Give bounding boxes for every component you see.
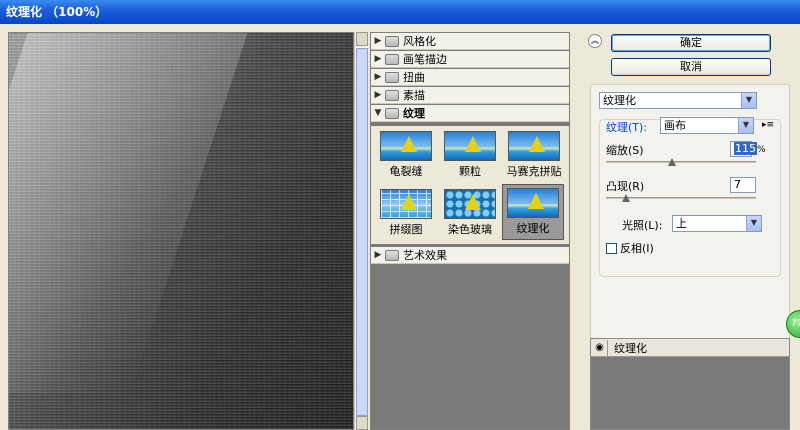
filter-texturizer[interactable]: 纹理化 [502,184,564,240]
filter-label: 马赛克拼贴 [506,165,562,178]
filter-select[interactable]: 纹理化 ▼ [599,92,757,109]
window-title-bar: 纹理化 （100%） [0,0,800,24]
collapse-arrow-icon: ▼ [374,108,382,118]
filter-mosaic-tiles[interactable]: 马赛克拼贴 [503,128,565,184]
expand-arrow-icon: ▶ [374,90,382,100]
category-distort[interactable]: ▶ 扭曲 [371,69,569,86]
texture-filter-thumbnails: 龟裂缝 颗粒 马赛克拼贴 拼缀图 染色玻璃 纹理化 [371,126,569,244]
controls-column: ︽ 确定 取消 纹理化 ▼ 纹理(T): 画布 ▼ ▸≡ 缩放(S) 115 % [578,32,800,430]
filter-thumbnail-image [444,131,496,161]
filter-label: 颗粒 [459,165,481,178]
scroll-down-button[interactable] [356,416,368,430]
scale-value: 115 [734,142,757,155]
light-select[interactable]: 上 ▼ [672,215,762,232]
category-texture[interactable]: ▼ 纹理 [371,105,569,122]
category-label: 风格化 [403,35,436,48]
relief-input[interactable]: 7 [730,177,756,193]
filter-gallery-panel: ▶ 风格化 ▶ 画笔描边 ▶ 扭曲 ▶ 素描 ▼ 纹理 龟裂缝 颗粒 马赛克拼贴… [370,32,570,430]
checkbox-box[interactable] [606,242,617,254]
expand-arrow-icon: ▶ [374,36,382,46]
category-label: 纹理 [403,107,425,120]
light-label: 光照(L): [622,219,663,232]
filter-grain[interactable]: 颗粒 [439,128,501,184]
effect-layer-row[interactable]: ◉ 纹理化 [591,339,789,357]
folder-icon [385,71,399,83]
texture-select-value: 画布 [664,119,686,132]
preview-scrollbar[interactable] [354,32,368,430]
chevron-down-icon: ▼ [738,118,753,133]
relief-label: 凸现(R) [606,180,645,193]
invert-checkbox[interactable]: 反相(I) [606,240,654,256]
texture-label: 纹理(T): [606,121,648,134]
filter-thumbnail-image [380,131,432,161]
texturizer-options-group: 纹理(T): 画布 ▼ ▸≡ 缩放(S) 115 % 凸现(R) 7 光照(L)… [599,117,781,277]
filter-gallery-dialog: ▶ 风格化 ▶ 画笔描边 ▶ 扭曲 ▶ 素描 ▼ 纹理 龟裂缝 颗粒 马赛克拼贴… [0,24,800,430]
filter-craquelure[interactable]: 龟裂缝 [375,128,437,184]
slider-knob[interactable] [668,158,676,166]
filter-thumbnail-image [507,188,559,218]
light-select-value: 上 [676,217,687,230]
scale-input[interactable]: 115 [730,141,757,157]
filter-stained-glass[interactable]: 染色玻璃 [439,186,501,242]
filter-label: 拼缀图 [389,223,423,236]
filter-thumbnail-image [380,189,432,219]
filter-patchwork[interactable]: 拼缀图 [375,186,437,242]
category-brush-strokes[interactable]: ▶ 画笔描边 [371,51,569,68]
slider-track [606,161,756,163]
filter-thumbnail-image [444,189,496,219]
scroll-thumb[interactable] [356,48,368,416]
chevron-down-icon: ▼ [741,93,756,108]
expand-arrow-icon: ▶ [374,250,382,260]
slider-knob[interactable] [622,194,630,202]
panel-menu-icon[interactable]: ▸≡ [762,120,774,130]
filter-label: 纹理化 [516,222,550,235]
folder-icon [385,35,399,47]
filter-settings-panel: 纹理化 ▼ 纹理(T): 画布 ▼ ▸≡ 缩放(S) 115 % 凸现(R) 7… [590,84,790,354]
relief-value: 7 [734,178,741,191]
window-title: 纹理化 （100%） [6,5,108,19]
effect-layer-name: 纹理化 [614,341,647,355]
double-chevron-up-icon[interactable]: ︽ [588,34,602,48]
category-label: 画笔描边 [403,53,447,66]
chevron-down-icon: ▼ [746,216,761,231]
scale-slider[interactable] [606,158,756,166]
scale-unit: % [757,145,766,155]
category-stylize[interactable]: ▶ 风格化 [371,33,569,50]
folder-icon [385,53,399,65]
texture-select[interactable]: 画布 ▼ [660,117,754,134]
expand-arrow-icon: ▶ [374,54,382,64]
preview-canvas [8,32,354,430]
relief-slider[interactable] [606,194,756,202]
filter-select-value: 纹理化 [603,94,636,107]
expand-arrow-icon: ▶ [374,72,382,82]
effect-layers-panel: ◉ 纹理化 [590,338,790,430]
ok-button[interactable]: 确定 [611,34,771,52]
scroll-up-button[interactable] [356,32,368,46]
category-label: 艺术效果 [403,249,447,262]
filter-thumbnail-image [508,131,560,161]
invert-label: 反相(I) [620,242,654,255]
category-label: 素描 [403,89,425,102]
folder-icon [385,249,399,261]
filter-label: 龟裂缝 [389,165,423,178]
category-artistic[interactable]: ▶ 艺术效果 [371,247,569,264]
folder-icon [385,89,399,101]
filter-label: 染色玻璃 [448,223,492,236]
eye-icon[interactable]: ◉ [592,339,608,356]
cancel-button[interactable]: 取消 [611,58,771,76]
category-label: 扭曲 [403,71,425,84]
scale-label: 缩放(S) [606,144,644,157]
folder-icon [385,107,399,119]
category-sketch[interactable]: ▶ 素描 [371,87,569,104]
